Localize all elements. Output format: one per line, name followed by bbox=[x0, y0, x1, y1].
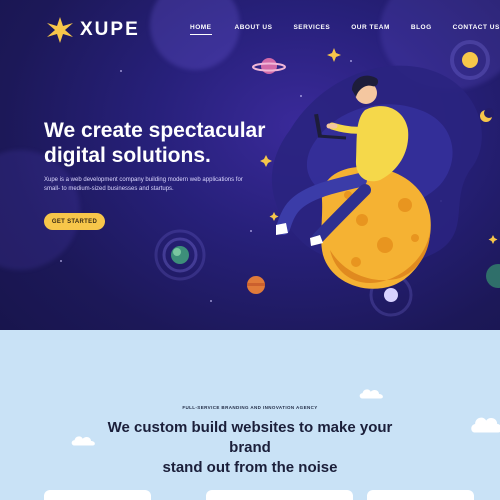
saturn-planet bbox=[261, 58, 277, 74]
service-card[interactable] bbox=[206, 490, 353, 500]
landing-page: XUPE HOME ABOUT US SERVICES OUR TEAM BLO… bbox=[0, 0, 500, 500]
nav-item-our-team[interactable]: OUR TEAM bbox=[351, 24, 390, 35]
sun-planet bbox=[462, 52, 478, 68]
brand-name: XUPE bbox=[80, 19, 140, 40]
star bbox=[488, 235, 498, 244]
star bbox=[327, 48, 341, 62]
section-title: We custom build websites to make your br… bbox=[100, 418, 400, 478]
wave-divider bbox=[0, 335, 500, 420]
nav-item-contact-us[interactable]: CONTACT US bbox=[453, 24, 500, 35]
nav-item-about-us[interactable]: ABOUT US bbox=[235, 24, 273, 35]
brand-logo[interactable]: XUPE bbox=[46, 16, 140, 44]
hero-title: We create spectacular digital solutions. bbox=[44, 118, 304, 168]
star-logo-icon bbox=[47, 17, 73, 43]
cloud-icon bbox=[359, 389, 383, 399]
get-started-button[interactable]: GET STARTED bbox=[44, 213, 105, 230]
nav-item-home[interactable]: HOME bbox=[190, 24, 212, 35]
section-kicker: FULL-SERVICE BRANDING AND INNOVATION AGE… bbox=[182, 405, 318, 410]
nav-item-blog[interactable]: BLOG bbox=[411, 24, 432, 35]
cloud-icon bbox=[471, 417, 500, 433]
star bbox=[269, 212, 279, 221]
section-title-line: stand out from the noise bbox=[162, 459, 338, 476]
nav-item-services[interactable]: SERVICES bbox=[293, 24, 330, 35]
hero-title-line: We create spectacular bbox=[44, 119, 266, 142]
service-card[interactable] bbox=[44, 490, 151, 500]
hero-title-line: digital solutions. bbox=[44, 144, 211, 167]
cloud-icon bbox=[71, 436, 95, 446]
main-nav: HOME ABOUT US SERVICES OUR TEAM BLOG CON… bbox=[190, 24, 500, 35]
green-planet bbox=[171, 246, 189, 264]
section-title-line: We custom build websites to make your br… bbox=[107, 419, 393, 456]
edge-planet bbox=[486, 264, 500, 288]
service-card[interactable] bbox=[367, 490, 474, 500]
hero-description: Xupe is a web development company buildi… bbox=[44, 177, 243, 192]
